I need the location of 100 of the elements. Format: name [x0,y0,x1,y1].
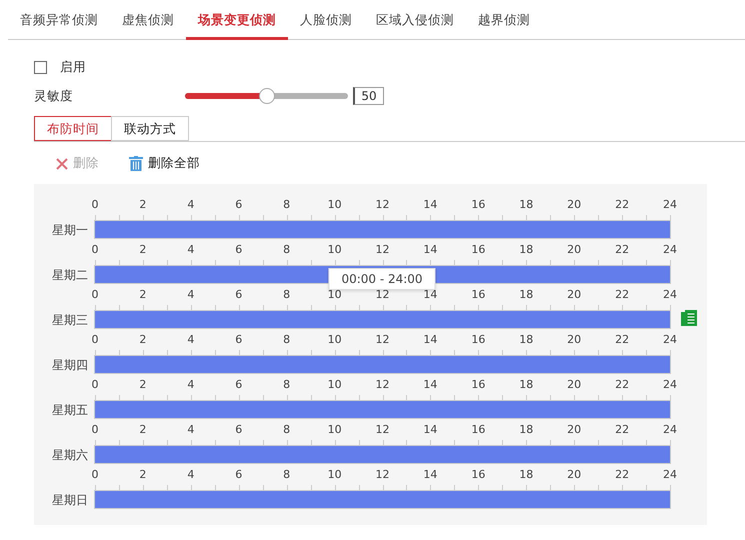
tick-label: 4 [187,288,194,300]
tick-label: 0 [92,422,98,436]
tick-label: 14 [423,288,438,300]
tick-label: 4 [187,198,194,210]
tick-label: 14 [423,422,438,436]
tick-label: 14 [423,468,438,480]
tick-label: 22 [615,468,630,480]
tick-label: 18 [519,378,534,390]
tick-label: 16 [471,378,486,390]
tick-label: 12 [376,422,390,436]
tick-label: 18 [519,332,534,346]
day-label: 星期一 [51,222,89,238]
tick-label: 10 [328,378,342,390]
tick-label: 24 [663,378,677,390]
tick-label: 6 [235,242,242,256]
tick-label: 10 [328,468,342,480]
tick-label: 18 [519,468,534,480]
time-tooltip: 00:00 - 24:00 [328,268,436,290]
tick-label: 4 [187,468,194,480]
tick-label: 20 [567,422,582,436]
tick-label: 2 [139,378,146,390]
tick-label: 16 [471,332,486,346]
tick-label: 18 [519,288,534,300]
tick-label: 22 [615,242,630,256]
tick-label: 24 [663,332,677,346]
day-label: 星期四 [51,356,89,374]
tick-label: 22 [615,422,630,436]
tick-label: 16 [471,288,486,300]
tick-label: 6 [235,288,242,300]
tick-label: 14 [423,332,438,346]
tick-label: 10 [328,422,342,436]
tick-label: 24 [663,198,677,210]
tick-label: 24 [663,468,677,480]
tick-label: 20 [567,288,582,300]
tick-label: 22 [615,332,630,346]
tick-label: 4 [187,332,194,346]
day-label: 星期五 [51,402,89,418]
tick-label: 12 [376,332,390,346]
tick-label: 22 [615,378,630,390]
tick-label: 8 [283,242,290,256]
day-label: 星期三 [51,312,89,328]
day-label: 星期六 [51,446,89,464]
enable-label: 启用 [60,58,86,76]
tick-label: 24 [663,422,677,436]
tick-label: 2 [139,332,146,346]
tick-label: 4 [187,242,194,256]
tick-label: 14 [423,242,438,256]
tick-label: 20 [567,198,582,210]
tick-label: 2 [139,468,146,480]
tick-label: 20 [567,332,582,346]
tick-label: 4 [187,422,194,436]
tick-label: 16 [471,468,486,480]
tick-label: 12 [376,378,390,390]
tick-label: 2 [139,242,146,256]
tick-label: 8 [283,468,290,480]
tick-label: 8 [283,198,290,210]
tick-label: 18 [519,242,534,256]
tick-label: 6 [235,332,242,346]
tick-label: 16 [471,242,486,256]
tick-label: 0 [92,378,98,390]
tick-label: 16 [471,422,486,436]
tick-label: 0 [92,198,98,210]
tick-label: 20 [567,468,582,480]
tick-label: 10 [328,288,342,300]
sensitivity-label: 灵敏度 [34,86,74,105]
tick-label: 16 [471,198,486,210]
tick-label: 14 [423,198,438,210]
tick-label: 0 [92,468,98,480]
day-label: 星期二 [51,266,89,284]
tick-label: 22 [615,198,630,210]
tick-label: 0 [92,242,98,256]
tick-label: 8 [283,378,290,390]
tick-label: 6 [235,198,242,210]
tick-label: 2 [139,288,146,300]
tick-label: 0 [92,288,98,300]
tick-label: 20 [567,378,582,390]
tick-label: 10 [328,332,342,346]
tick-label: 12 [376,198,390,210]
tick-label: 6 [235,468,242,480]
tick-label: 6 [235,422,242,436]
tick-label: 18 [519,198,534,210]
tick-label: 12 [376,468,390,480]
tick-label: 12 [376,242,390,256]
tick-label: 10 [328,198,342,210]
tick-label: 0 [92,332,98,346]
tick-label: 22 [615,288,630,300]
tick-label: 2 [139,198,146,210]
tick-label: 18 [519,422,534,436]
tick-label: 2 [139,422,146,436]
tick-label: 24 [663,242,677,256]
tick-label: 14 [423,378,438,390]
tick-label: 24 [663,288,677,300]
tick-label: 20 [567,242,582,256]
tick-label: 8 [283,288,290,300]
tick-label: 4 [187,378,194,390]
tick-label: 10 [328,242,342,256]
tick-label: 6 [235,378,242,390]
tick-label: 8 [283,332,290,346]
tick-label: 12 [376,288,390,300]
day-label: 星期日 [51,492,89,508]
